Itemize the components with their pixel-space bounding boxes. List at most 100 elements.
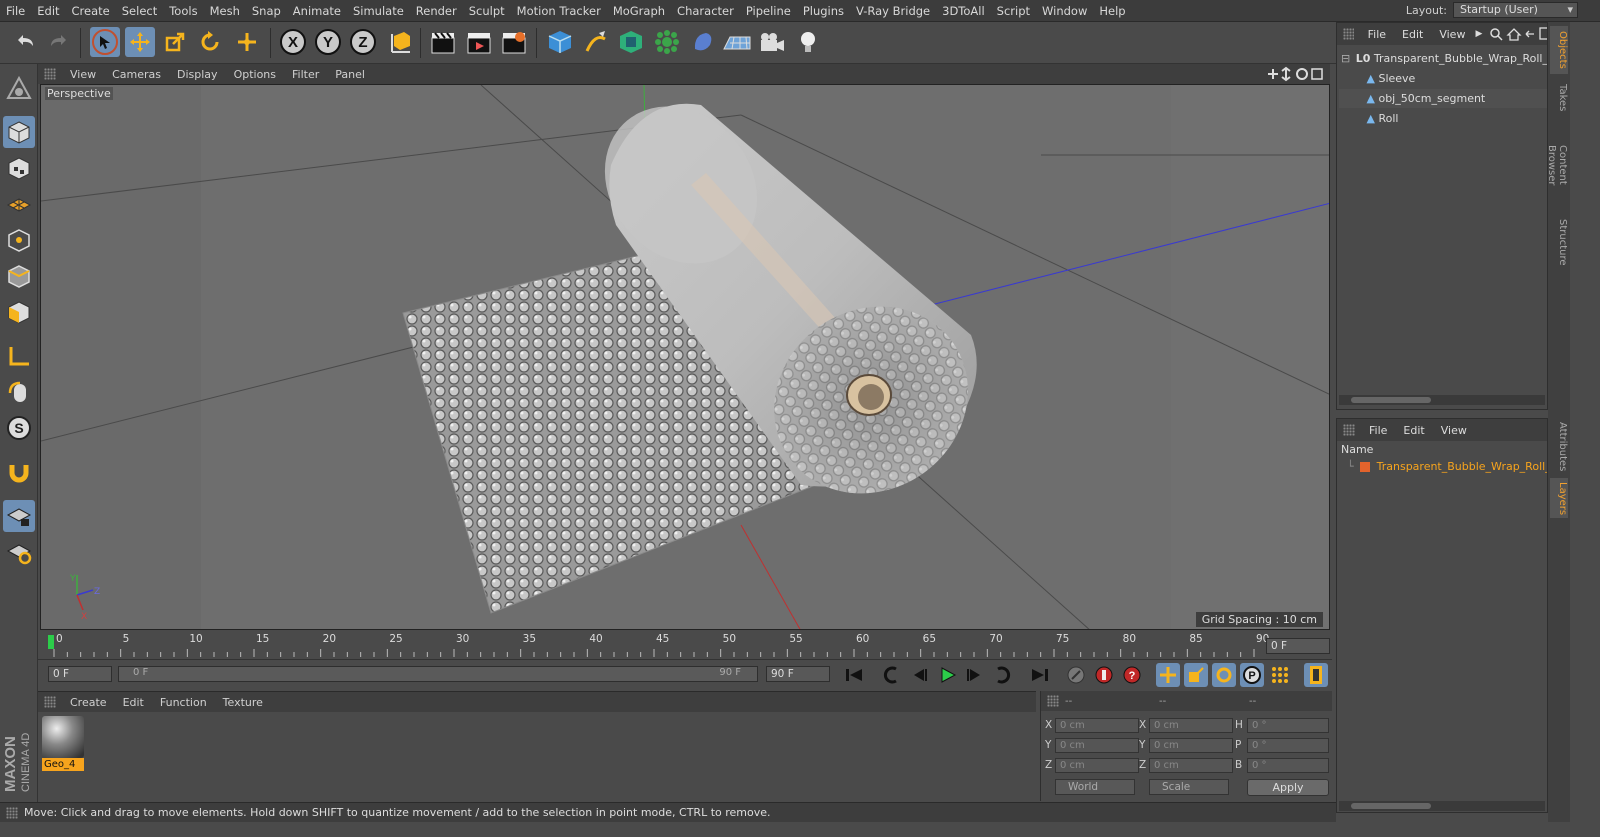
material-menu-texture[interactable]: Texture	[215, 696, 271, 709]
pos-x-field[interactable]: 0 cm	[1055, 718, 1139, 733]
viewport-menu-display[interactable]: Display	[169, 68, 226, 81]
viewport-menu-panel[interactable]: Panel	[327, 68, 373, 81]
frame-range-slider[interactable]: 0 F 90 F	[118, 666, 758, 682]
layer-menu-view[interactable]: View	[1433, 424, 1475, 437]
viewport-menu-filter[interactable]: Filter	[284, 68, 327, 81]
tree-item-roll[interactable]: ▲ Roll	[1339, 109, 1547, 128]
add-light-button[interactable]	[793, 27, 823, 57]
viewport-menu-cameras[interactable]: Cameras	[104, 68, 169, 81]
redo-button[interactable]	[44, 27, 74, 57]
perspective-viewport[interactable]: Y Z X Perspective Grid Spacing : 10 cm	[40, 84, 1330, 630]
timeline-window-button[interactable]	[1304, 663, 1328, 687]
model-mode-button[interactable]	[3, 116, 35, 148]
tab-objects[interactable]: Objects	[1550, 26, 1568, 74]
points-mode-button[interactable]	[3, 224, 35, 256]
menu-help[interactable]: Help	[1093, 0, 1131, 22]
object-toolbar-icons[interactable]	[1490, 27, 1547, 41]
scale-tool-button[interactable]	[160, 27, 190, 57]
menu-snap[interactable]: Snap	[246, 0, 287, 22]
end-frame-field[interactable]: 90 F	[766, 666, 830, 682]
tree-item-sleeve[interactable]: ▲ Sleeve	[1339, 69, 1547, 88]
menu-tools[interactable]: Tools	[163, 0, 203, 22]
expand-minus-icon[interactable]: ⊟	[1341, 52, 1350, 65]
menu-animate[interactable]: Animate	[287, 0, 347, 22]
tab-layers[interactable]: Layers	[1550, 478, 1568, 518]
polygons-mode-button[interactable]	[3, 296, 35, 328]
add-deformer-button[interactable]	[688, 27, 718, 57]
move-tool-button[interactable]	[125, 27, 155, 57]
tab-attributes[interactable]: Attributes	[1550, 418, 1568, 476]
y-axis-lock-button[interactable]: Y	[313, 27, 343, 57]
menu-create[interactable]: Create	[66, 0, 116, 22]
add-spline-button[interactable]	[581, 27, 611, 57]
scrollbar-thumb[interactable]	[1351, 397, 1431, 403]
menu-character[interactable]: Character	[671, 0, 740, 22]
rot-b-field[interactable]: 0 °	[1247, 758, 1329, 773]
layer-menu-edit[interactable]: Edit	[1395, 424, 1432, 437]
menu-3dtoall[interactable]: 3DToAll	[936, 0, 991, 22]
object-menu-view[interactable]: View	[1431, 28, 1473, 41]
object-menu-edit[interactable]: Edit	[1394, 28, 1431, 41]
add-nurbs-button[interactable]	[616, 27, 646, 57]
apply-button[interactable]: Apply	[1247, 779, 1329, 796]
add-cube-button[interactable]	[545, 27, 575, 57]
menu-mesh[interactable]: Mesh	[204, 0, 246, 22]
menu-render[interactable]: Render	[410, 0, 463, 22]
live-selection-button[interactable]	[90, 27, 120, 57]
workplane-mode-button[interactable]	[3, 188, 35, 220]
timeline-ruler[interactable]: 0 5 10 15 20 25 30 35 40 45 50 55 60 65 70 75 80 85 90 0 F	[38, 632, 1332, 660]
transform-tool-button[interactable]	[232, 27, 262, 57]
magnet-tool-button[interactable]	[3, 456, 35, 488]
snap-button[interactable]: S	[3, 412, 35, 444]
menu-vray-bridge[interactable]: V-Ray Bridge	[850, 0, 936, 22]
rot-h-field[interactable]: 0 °	[1247, 718, 1329, 733]
menu-edit[interactable]: Edit	[31, 0, 65, 22]
material-menu-edit[interactable]: Edit	[115, 696, 152, 709]
axis-mode-button[interactable]	[3, 340, 35, 372]
material-menu-create[interactable]: Create	[62, 696, 115, 709]
menu-overflow-icon[interactable]: ▶	[1475, 29, 1482, 39]
previous-frame-button[interactable]	[908, 663, 932, 687]
record-keys-button[interactable]	[1064, 663, 1088, 687]
go-to-start-button[interactable]	[842, 663, 866, 687]
undo-button[interactable]	[10, 27, 40, 57]
render-settings-button[interactable]	[499, 27, 529, 57]
current-frame-field[interactable]: 0 F	[1266, 638, 1330, 654]
key-parameter-button[interactable]: P	[1240, 663, 1264, 687]
key-position-button[interactable]	[1156, 663, 1180, 687]
next-frame-button[interactable]	[962, 663, 986, 687]
layer-menu-file[interactable]: File	[1361, 424, 1395, 437]
make-editable-button[interactable]	[3, 72, 35, 104]
size-mode-dropdown[interactable]: Scale	[1149, 779, 1229, 795]
tab-content-browser[interactable]: Content Browser	[1546, 120, 1568, 210]
key-pla-button[interactable]	[1268, 663, 1292, 687]
menu-pipeline[interactable]: Pipeline	[740, 0, 797, 22]
pos-y-field[interactable]: 0 cm	[1055, 738, 1139, 753]
render-view-button[interactable]	[428, 27, 458, 57]
menu-mograph[interactable]: MoGraph	[607, 0, 671, 22]
menu-motion-tracker[interactable]: Motion Tracker	[511, 0, 607, 22]
tree-item-root[interactable]: ⊟ L0 Transparent_Bubble_Wrap_Roll_Pa	[1339, 49, 1547, 68]
menu-select[interactable]: Select	[116, 0, 163, 22]
menu-simulate[interactable]: Simulate	[347, 0, 410, 22]
size-y-field[interactable]: 0 cm	[1149, 738, 1233, 753]
key-rotation-button[interactable]	[1212, 663, 1236, 687]
render-to-picture-viewer-button[interactable]	[464, 27, 494, 57]
texture-mode-button[interactable]	[3, 152, 35, 184]
material-menu-function[interactable]: Function	[152, 696, 215, 709]
menu-window[interactable]: Window	[1036, 0, 1093, 22]
z-axis-lock-button[interactable]: Z	[348, 27, 378, 57]
next-key-button[interactable]	[990, 663, 1014, 687]
previous-key-button[interactable]	[880, 663, 904, 687]
go-to-end-button[interactable]	[1028, 663, 1052, 687]
autokey-button[interactable]	[1092, 663, 1116, 687]
layer-horizontal-scrollbar[interactable]	[1339, 801, 1545, 811]
coordinate-system-button[interactable]	[385, 27, 415, 57]
add-mograph-button[interactable]	[652, 27, 682, 57]
viewport-menu-options[interactable]: Options	[226, 68, 284, 81]
viewport-menu-view[interactable]: View	[62, 68, 104, 81]
viewport-nav-icons[interactable]	[1264, 66, 1324, 82]
menu-plugins[interactable]: Plugins	[797, 0, 850, 22]
size-z-field[interactable]: 0 cm	[1149, 758, 1233, 773]
tweak-mode-button[interactable]	[3, 376, 35, 408]
